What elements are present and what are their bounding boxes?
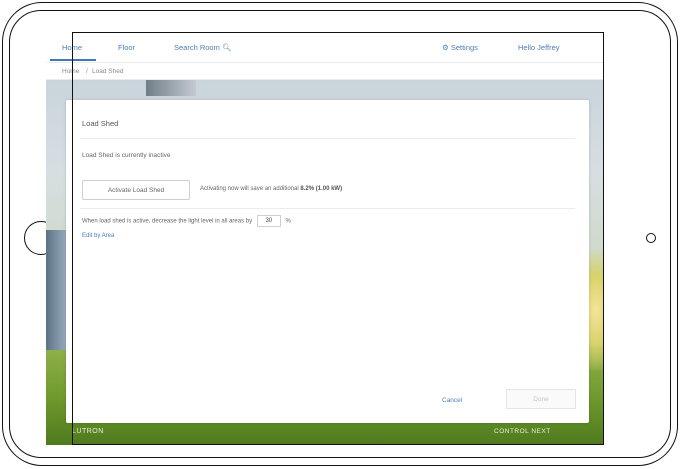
nav-floor[interactable]: Floor — [118, 43, 135, 52]
cancel-link[interactable]: Cancel — [442, 397, 462, 404]
breadcrumb: Home / Load Shed — [46, 62, 604, 80]
breadcrumb-separator: / — [86, 68, 88, 75]
nav-home[interactable]: Home — [62, 43, 82, 52]
done-button[interactable]: Done — [506, 389, 576, 409]
load-shed-status: Load Shed is currently inactive — [82, 152, 171, 159]
tablet-camera — [646, 233, 656, 243]
activate-info: Activating now will save an additional 8… — [200, 186, 342, 192]
activate-info-text: Activating now will save an additional — [200, 186, 299, 192]
nav-active-indicator — [50, 59, 96, 61]
decrease-row: When load shed is active, decrease the l… — [82, 215, 291, 227]
divider — [80, 138, 575, 139]
activate-load-shed-button[interactable]: Activate Load Shed — [82, 180, 190, 200]
top-nav: Home Floor Search Room 🔍︎ ⚙ Settings Hel… — [46, 32, 604, 62]
gear-icon: ⚙ — [442, 43, 449, 52]
breadcrumb-current: Load Shed — [92, 68, 124, 75]
percent-suffix: % — [285, 218, 291, 225]
card-title: Load Shed — [82, 119, 119, 128]
decrease-label: When load shed is active, decrease the l… — [82, 218, 253, 225]
nav-settings[interactable]: ⚙ Settings — [442, 43, 478, 52]
footer-brand-logo: LUTRON — [72, 428, 104, 435]
search-icon: 🔍︎ — [221, 43, 232, 52]
decrease-percent-input[interactable]: 30 — [256, 215, 281, 227]
nav-greeting[interactable]: Hello Jeffrey — [518, 43, 560, 52]
divider — [80, 208, 575, 209]
app-screen: Home Floor Search Room 🔍︎ ⚙ Settings Hel… — [46, 32, 604, 445]
edit-by-area-link[interactable]: Edit by Area — [82, 233, 114, 239]
background-building-top — [146, 80, 196, 96]
activate-info-value: 8.2% (1.00 kW) — [300, 186, 343, 192]
load-shed-card: Load Shed Load Shed is currently inactiv… — [66, 100, 589, 423]
nav-search-label: Search Room — [174, 43, 220, 52]
nav-search[interactable]: Search Room 🔍︎ — [174, 43, 231, 52]
nav-settings-label: Settings — [450, 43, 478, 52]
breadcrumb-home[interactable]: Home — [62, 68, 79, 75]
footer-brand-right: CONTROL NEXT — [494, 428, 551, 435]
